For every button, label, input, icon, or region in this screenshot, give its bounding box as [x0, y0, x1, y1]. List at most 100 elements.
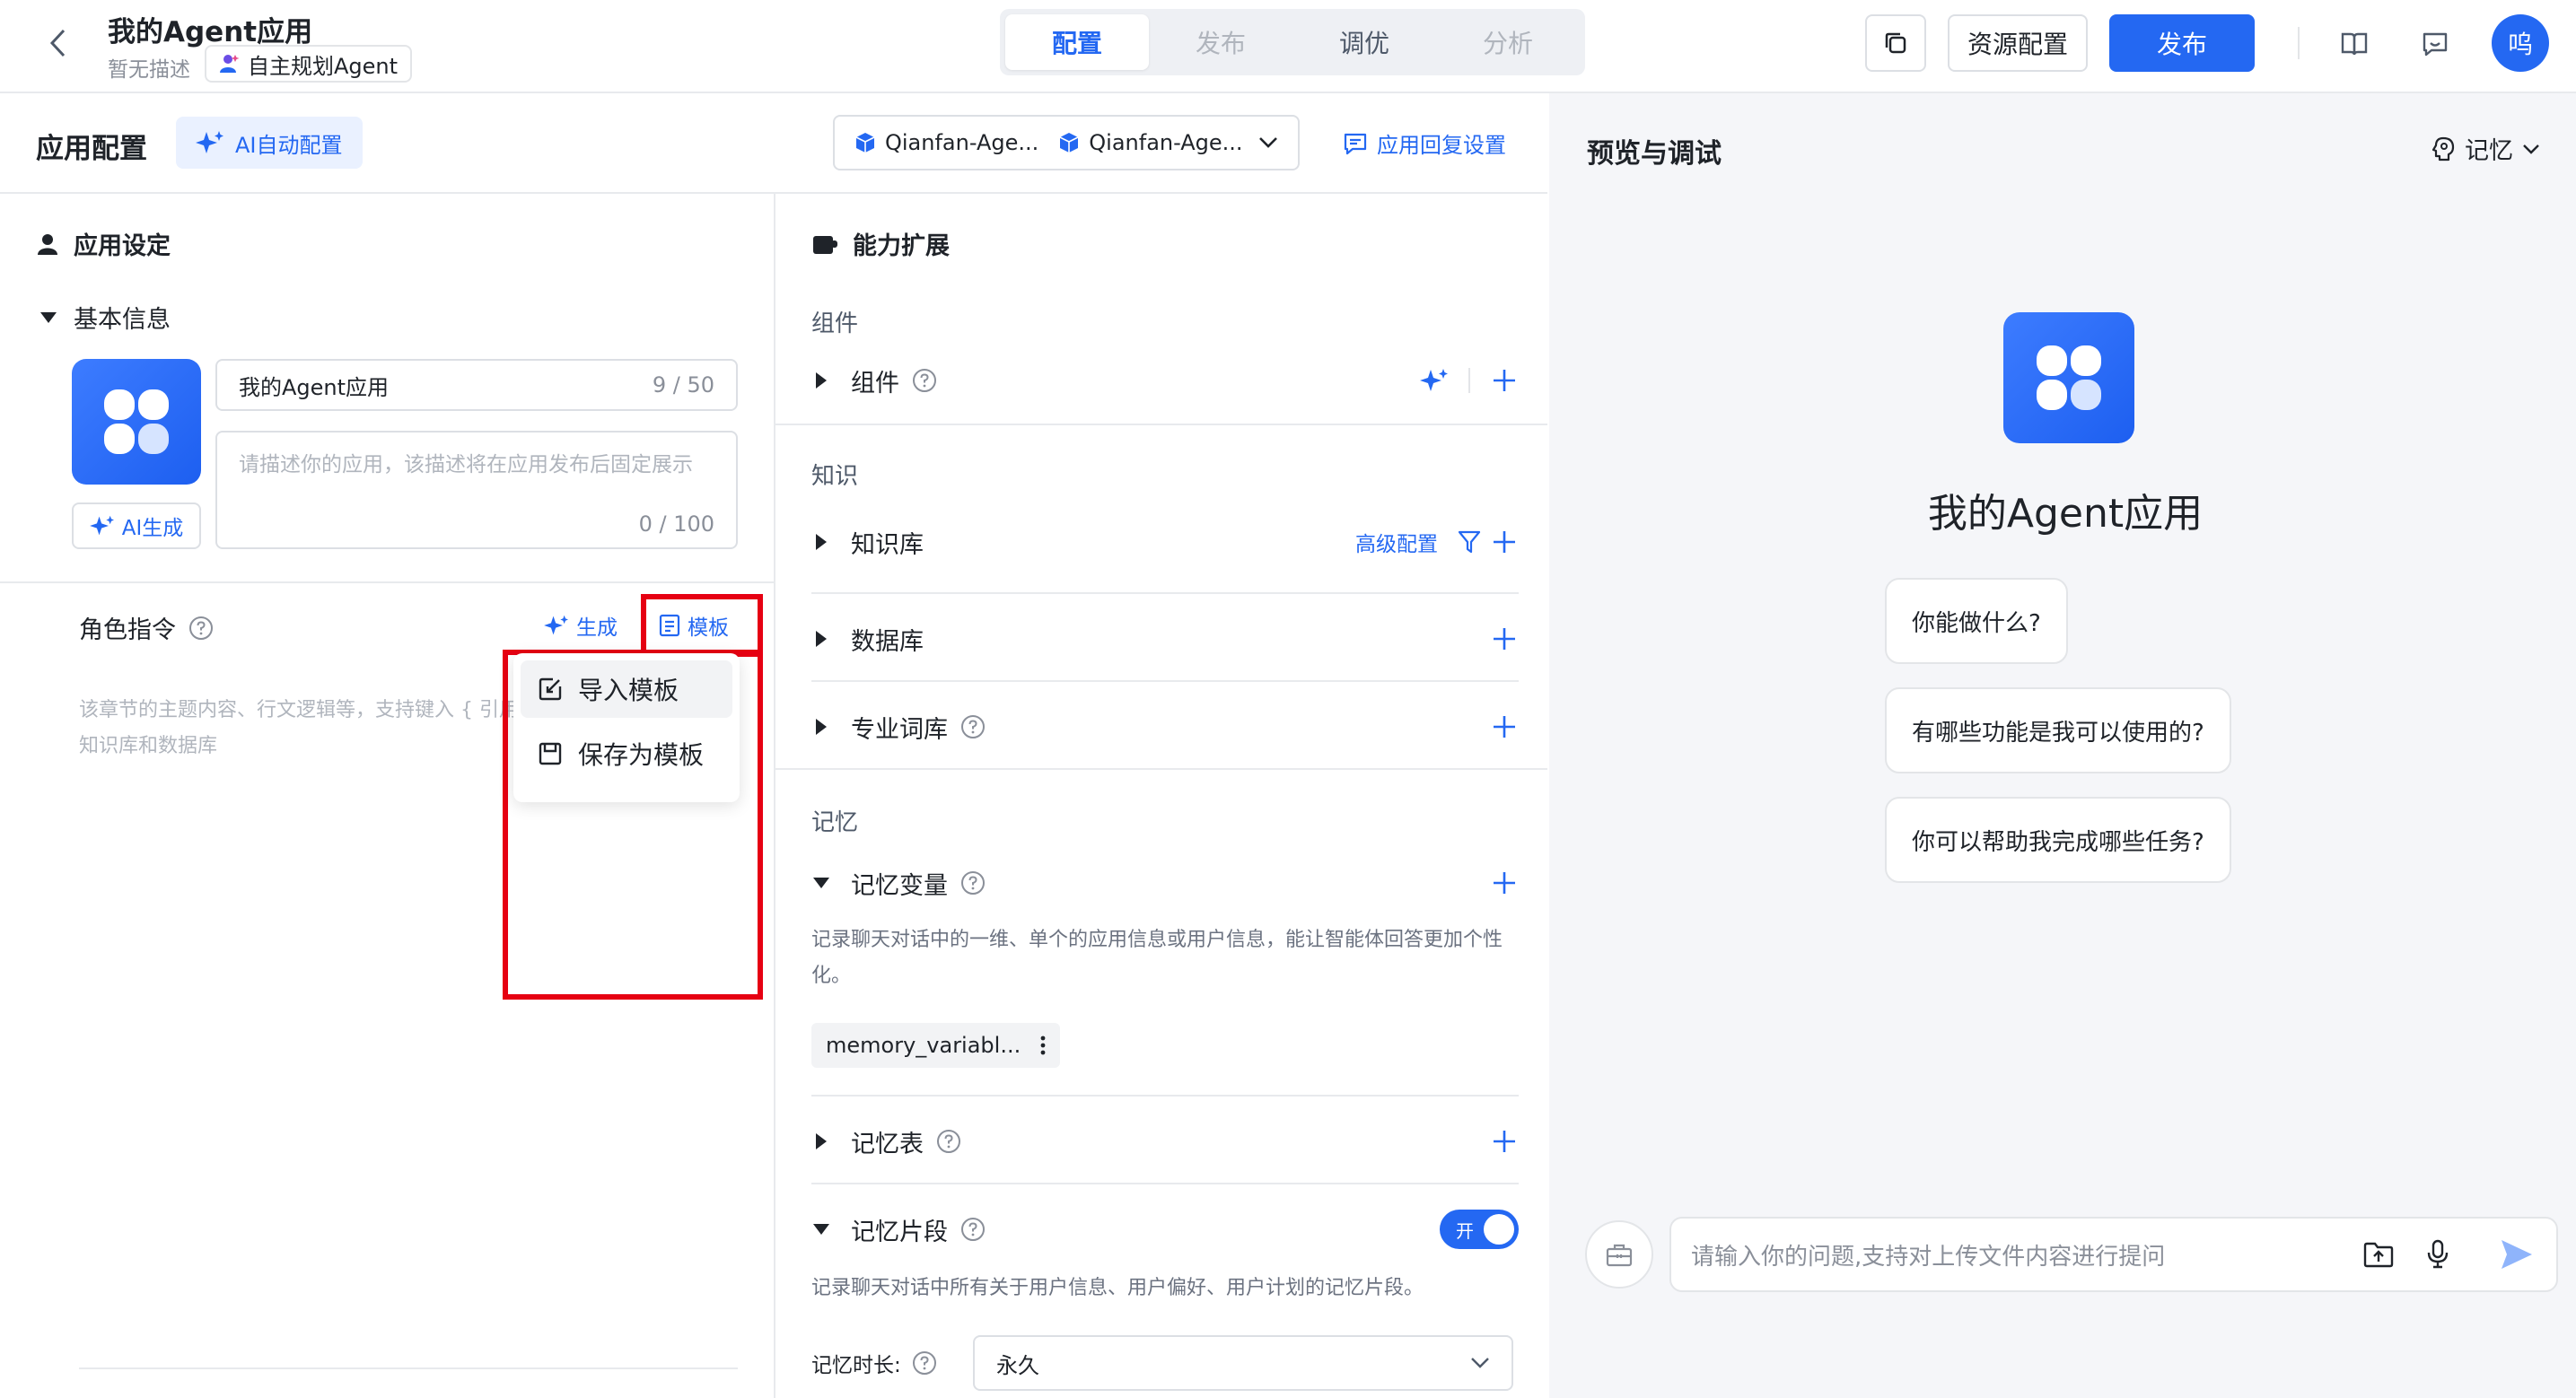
tab-config[interactable]: 配置 [1005, 14, 1149, 70]
send-icon [2502, 1240, 2532, 1269]
advanced-config-link[interactable]: 高级配置 [1355, 527, 1438, 557]
caret-right-icon [816, 1133, 827, 1149]
cube-icon [1059, 133, 1079, 153]
help-icon[interactable] [188, 616, 214, 641]
help-icon[interactable] [960, 870, 986, 896]
add-memory-table-button[interactable] [1490, 1127, 1519, 1156]
toggle-knob [1484, 1214, 1514, 1245]
basic-info-toggle[interactable]: 基本信息 [39, 300, 171, 335]
ai-generate-avatar-button[interactable]: AI生成 [72, 502, 201, 549]
bottom-divider [79, 1367, 738, 1369]
add-memory-variable-button[interactable] [1490, 869, 1519, 897]
tab-analysis[interactable]: 分析 [1436, 14, 1580, 70]
filter-icon[interactable] [1458, 529, 1481, 555]
memory-duration-value: 永久 [996, 1352, 1039, 1378]
memory-duration-select[interactable]: 永久 [973, 1335, 1513, 1391]
toolbox-icon [1606, 1244, 1633, 1267]
memory-variables-description: 记录聊天对话中的一维、单个的应用信息或用户信息，能让智能体回答更加个性化。 [811, 929, 1503, 987]
ai-auto-config-button[interactable]: AI自动配置 [176, 117, 363, 169]
suggested-question[interactable]: 你能做什么? [1885, 578, 2068, 664]
save-icon [539, 742, 562, 765]
chat-input[interactable]: 请输入你的问题,支持对上传文件内容进行提问 [1669, 1217, 2558, 1292]
feedback-button[interactable] [2414, 23, 2456, 65]
toolbox-button[interactable] [1585, 1220, 1653, 1289]
chevron-down-icon [1259, 137, 1277, 148]
tab-publish[interactable]: 发布 [1149, 14, 1292, 70]
generate-role-button[interactable]: 生成 [544, 610, 618, 641]
sparkle-icon[interactable] [1420, 367, 1449, 394]
copy-button[interactable] [1865, 14, 1926, 72]
user-avatar[interactable]: 呜 [2492, 14, 2549, 72]
publish-button[interactable]: 发布 [2109, 14, 2255, 72]
help-icon[interactable] [912, 1350, 937, 1376]
glossary-label: 专业词库 [851, 715, 948, 744]
caret-right-icon [816, 534, 827, 550]
memory-variables-row[interactable]: 记忆变量 [811, 863, 1519, 903]
voice-input-button[interactable] [2418, 1235, 2458, 1274]
app-name-input[interactable]: 我的Agent应用 9 / 50 [215, 359, 738, 411]
agent-type-label: 自主规划Agent [248, 53, 399, 79]
add-database-button[interactable] [1490, 625, 1519, 653]
caret-down-icon [40, 311, 57, 323]
tab-tuning[interactable]: 调优 [1292, 14, 1436, 70]
memory-variable-chip[interactable]: memory_variabl... [811, 1023, 1061, 1068]
ai-auto-config-label: AI自动配置 [235, 132, 343, 158]
sparkle-icon [544, 615, 568, 635]
upload-file-button[interactable] [2359, 1235, 2398, 1274]
chat-settings-icon [1344, 133, 1367, 154]
app-avatar[interactable] [72, 359, 201, 485]
glossary-row[interactable]: 专业词库 [811, 707, 1519, 747]
chevron-down-icon [1471, 1358, 1489, 1368]
help-icon[interactable] [912, 368, 937, 393]
memory-variable-name: memory_variabl... [826, 1033, 1021, 1058]
model-name-2: Qianfan-Age... [1089, 130, 1243, 155]
components-row[interactable]: 组件 [811, 361, 1519, 400]
memory-snippet-description: 记录聊天对话中所有关于用户信息、用户偏好、用户计划的记忆片段。 [811, 1277, 1424, 1299]
app-description-counter: 0 / 100 [638, 511, 714, 537]
suggested-question[interactable]: 有哪些功能是我可以使用的? [1885, 687, 2231, 773]
components-label: 组件 [851, 369, 899, 398]
app-description-input[interactable]: 请描述你的应用，该描述将在应用发布后固定展示 0 / 100 [215, 431, 738, 549]
send-button[interactable] [2497, 1235, 2537, 1274]
back-button[interactable] [39, 25, 75, 61]
memory-snippet-row[interactable]: 记忆片段 开 [811, 1210, 1519, 1249]
template-highlight-box [641, 594, 763, 657]
database-row[interactable]: 数据库 [811, 619, 1519, 659]
docs-button[interactable] [2334, 23, 2375, 65]
help-icon[interactable] [960, 714, 986, 739]
memory-snippet-toggle[interactable]: 开 [1440, 1210, 1519, 1249]
app-settings-title: 应用设定 [74, 232, 171, 260]
cube-icon [855, 133, 875, 153]
import-template-item[interactable]: 导入模板 [521, 660, 732, 718]
toolbar-divider [2298, 27, 2300, 59]
memory-variables-label: 记忆变量 [851, 871, 948, 900]
role-instruction-placeholder[interactable]: 该章节的主题内容、行文逻辑等，支持键入 { 引用知识库和数据库 [79, 693, 528, 765]
add-knowledge-base-button[interactable] [1490, 528, 1519, 556]
suggested-question[interactable]: 你可以帮助我完成哪些任务? [1885, 797, 2231, 883]
memory-duration-label: 记忆时长: [811, 1354, 901, 1377]
memory-dropdown[interactable]: 记忆 [2431, 131, 2540, 166]
reply-settings-button[interactable]: 应用回复设置 [1343, 127, 1506, 159]
add-glossary-button[interactable] [1490, 712, 1519, 741]
top-bar: 我的Agent应用 暂无描述 自主规划Agent 配置 发布 调优 分析 资源配… [0, 0, 2576, 93]
preview-panel: 预览与调试 记忆 我的Agent应用 你能做什么? 有哪些功能是我可以使用的? … [1549, 93, 2576, 1398]
capabilities-title: 能力扩展 [853, 232, 950, 260]
role-instruction-label: 角色指令 [79, 616, 176, 644]
sparkle-icon [89, 515, 114, 536]
memory-dropdown-label: 记忆 [2465, 137, 2513, 165]
help-icon[interactable] [960, 1217, 986, 1242]
resource-config-button[interactable]: 资源配置 [1948, 14, 2088, 72]
row-divider [811, 680, 1519, 682]
caret-down-icon [813, 1224, 829, 1235]
knowledge-base-row[interactable]: 知识库 高级配置 [811, 522, 1519, 562]
help-icon[interactable] [936, 1129, 961, 1154]
generate-label: 生成 [576, 616, 618, 640]
agent-icon [220, 55, 240, 73]
more-vertical-icon[interactable] [1040, 1035, 1046, 1055]
add-component-button[interactable] [1490, 366, 1519, 395]
caret-right-icon [816, 719, 827, 735]
config-header: 应用配置 AI自动配置 Qianfan-Age... Qianfan-Age..… [0, 93, 1547, 194]
memory-table-row[interactable]: 记忆表 [811, 1122, 1519, 1161]
model-selector[interactable]: Qianfan-Age... Qianfan-Age... [833, 115, 1300, 170]
save-as-template-item[interactable]: 保存为模板 [521, 725, 732, 782]
